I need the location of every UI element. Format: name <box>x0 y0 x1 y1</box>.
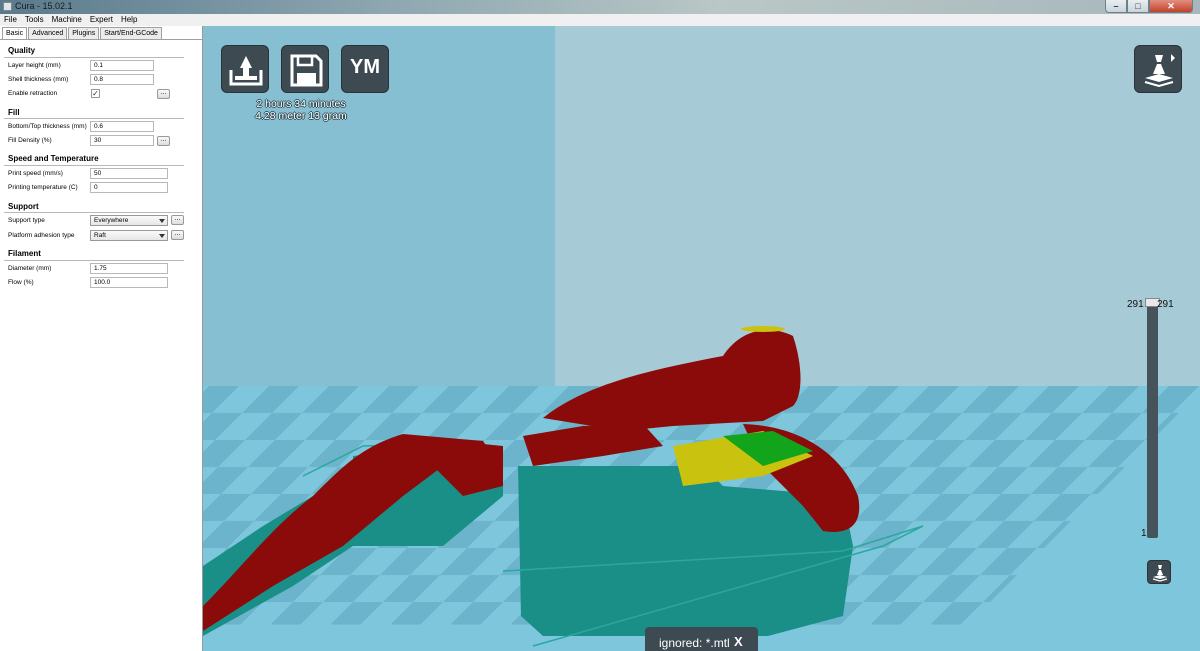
tab-advanced[interactable]: Advanced <box>28 27 68 39</box>
section-divider <box>4 57 184 58</box>
section-title-fill: Fill <box>8 108 20 117</box>
support-type-value: Everywhere <box>94 217 129 224</box>
load-model-button[interactable] <box>221 45 269 93</box>
minimize-button[interactable]: – <box>1105 0 1127 13</box>
platform-adhesion-select[interactable]: Raft <box>90 230 168 241</box>
section-title-support: Support <box>8 202 39 211</box>
support-type-select[interactable]: Everywhere <box>90 215 168 226</box>
layers-view-icon <box>1144 54 1175 88</box>
section-divider <box>4 165 184 166</box>
layer-height-field[interactable]: 0.1 <box>90 60 154 71</box>
window-title-bar: Cura - 15.02.1 – □ ✕ <box>0 0 1200 14</box>
bottom-top-thickness-label: Bottom/Top thickness (mm) <box>8 123 87 130</box>
support-type-label: Support type <box>8 217 45 224</box>
platform-adhesion-value: Raft <box>94 232 106 239</box>
section-divider <box>4 260 184 261</box>
shell-thickness-label: Shell thickness (mm) <box>8 76 69 83</box>
notification-close-button[interactable]: X <box>734 634 743 649</box>
3d-viewport[interactable]: YM 2 hours 34 minutes 4.28 meter 13 gram… <box>203 26 1200 651</box>
settings-tabs: Basic Advanced Plugins Start/End-GCode <box>2 27 163 39</box>
maximize-button[interactable]: □ <box>1127 0 1149 13</box>
menu-expert[interactable]: Expert <box>86 14 117 26</box>
section-title-speed: Speed and Temperature <box>8 154 99 163</box>
section-divider <box>4 118 184 119</box>
flow-label: Flow (%) <box>8 279 34 286</box>
print-info: 2 hours 34 minutes 4.28 meter 13 gram <box>241 98 361 122</box>
enable-retraction-label: Enable retraction <box>8 90 58 97</box>
section-divider <box>4 212 184 213</box>
diameter-field[interactable]: 1.75 <box>90 263 168 274</box>
menu-help[interactable]: Help <box>117 14 141 26</box>
notification-message: ignored: *.mtl <box>659 636 730 650</box>
layer-slider[interactable] <box>1147 302 1158 538</box>
save-icon <box>290 54 323 87</box>
tab-start-end-gcode[interactable]: Start/End-GCode <box>100 27 162 39</box>
back-wall <box>555 26 1200 386</box>
printer-layers-icon <box>1152 565 1168 582</box>
close-icon: ✕ <box>1167 1 1175 11</box>
settings-panel: Basic Advanced Plugins Start/End-GCode Q… <box>0 26 203 651</box>
enable-retraction-checkbox[interactable]: ✓ <box>91 89 100 98</box>
close-window-button[interactable]: ✕ <box>1149 0 1193 13</box>
layer-max-label-right: 291 <box>1157 299 1174 310</box>
retraction-more-button[interactable]: ... <box>157 89 170 99</box>
tab-plugins[interactable]: Plugins <box>68 27 100 39</box>
chevron-down-icon <box>159 234 165 238</box>
tab-basic[interactable]: Basic <box>2 27 28 39</box>
window-title: Cura - 15.02.1 <box>15 1 73 11</box>
shell-thickness-field[interactable]: 0.8 <box>90 74 154 85</box>
tab-divider <box>0 39 203 40</box>
layer-min-label: 1 <box>1141 528 1147 539</box>
menu-bar: File Tools Machine Expert Help <box>0 14 1200 26</box>
platform-adhesion-more-button[interactable]: ... <box>171 230 184 240</box>
menu-file[interactable]: File <box>0 14 21 26</box>
menu-machine[interactable]: Machine <box>48 14 86 26</box>
layer-max-label-left: 291 <box>1127 299 1144 310</box>
chevron-down-icon <box>159 219 165 223</box>
print-speed-field[interactable]: 50 <box>90 168 168 179</box>
fill-density-label: Fill Density (%) <box>8 137 52 144</box>
minimize-icon: – <box>1113 1 1119 11</box>
layer-height-label: Layer height (mm) <box>8 62 61 69</box>
bottom-top-thickness-field[interactable]: 0.6 <box>90 121 154 132</box>
diameter-label: Diameter (mm) <box>8 265 52 272</box>
view-mode-button[interactable] <box>1134 45 1182 93</box>
support-type-more-button[interactable]: ... <box>171 215 184 225</box>
section-title-filament: Filament <box>8 249 41 258</box>
menu-tools[interactable]: Tools <box>21 14 48 26</box>
notification-bar: ignored: *.mtl X <box>645 627 758 651</box>
fill-density-more-button[interactable]: ... <box>157 136 170 146</box>
print-material: 4.28 meter 13 gram <box>255 110 347 122</box>
section-title-quality: Quality <box>8 46 36 55</box>
youmagine-label: YM <box>350 56 380 78</box>
load-icon <box>229 56 263 86</box>
save-gcode-button[interactable] <box>281 45 329 93</box>
maximize-icon: □ <box>1135 1 1141 11</box>
print-speed-label: Print speed (mm/s) <box>8 170 63 177</box>
print-temperature-label: Printing temperature (C) <box>8 184 78 191</box>
layer-view-toggle-button[interactable] <box>1147 560 1171 584</box>
youmagine-button[interactable]: YM <box>341 45 389 93</box>
print-time: 2 hours 34 minutes <box>256 98 346 110</box>
fill-density-field[interactable]: 30 <box>90 135 154 146</box>
print-temperature-field[interactable]: 0 <box>90 182 168 193</box>
app-icon <box>3 2 12 11</box>
platform-adhesion-label: Platform adhesion type <box>8 232 75 239</box>
flow-field[interactable]: 100.0 <box>90 277 168 288</box>
